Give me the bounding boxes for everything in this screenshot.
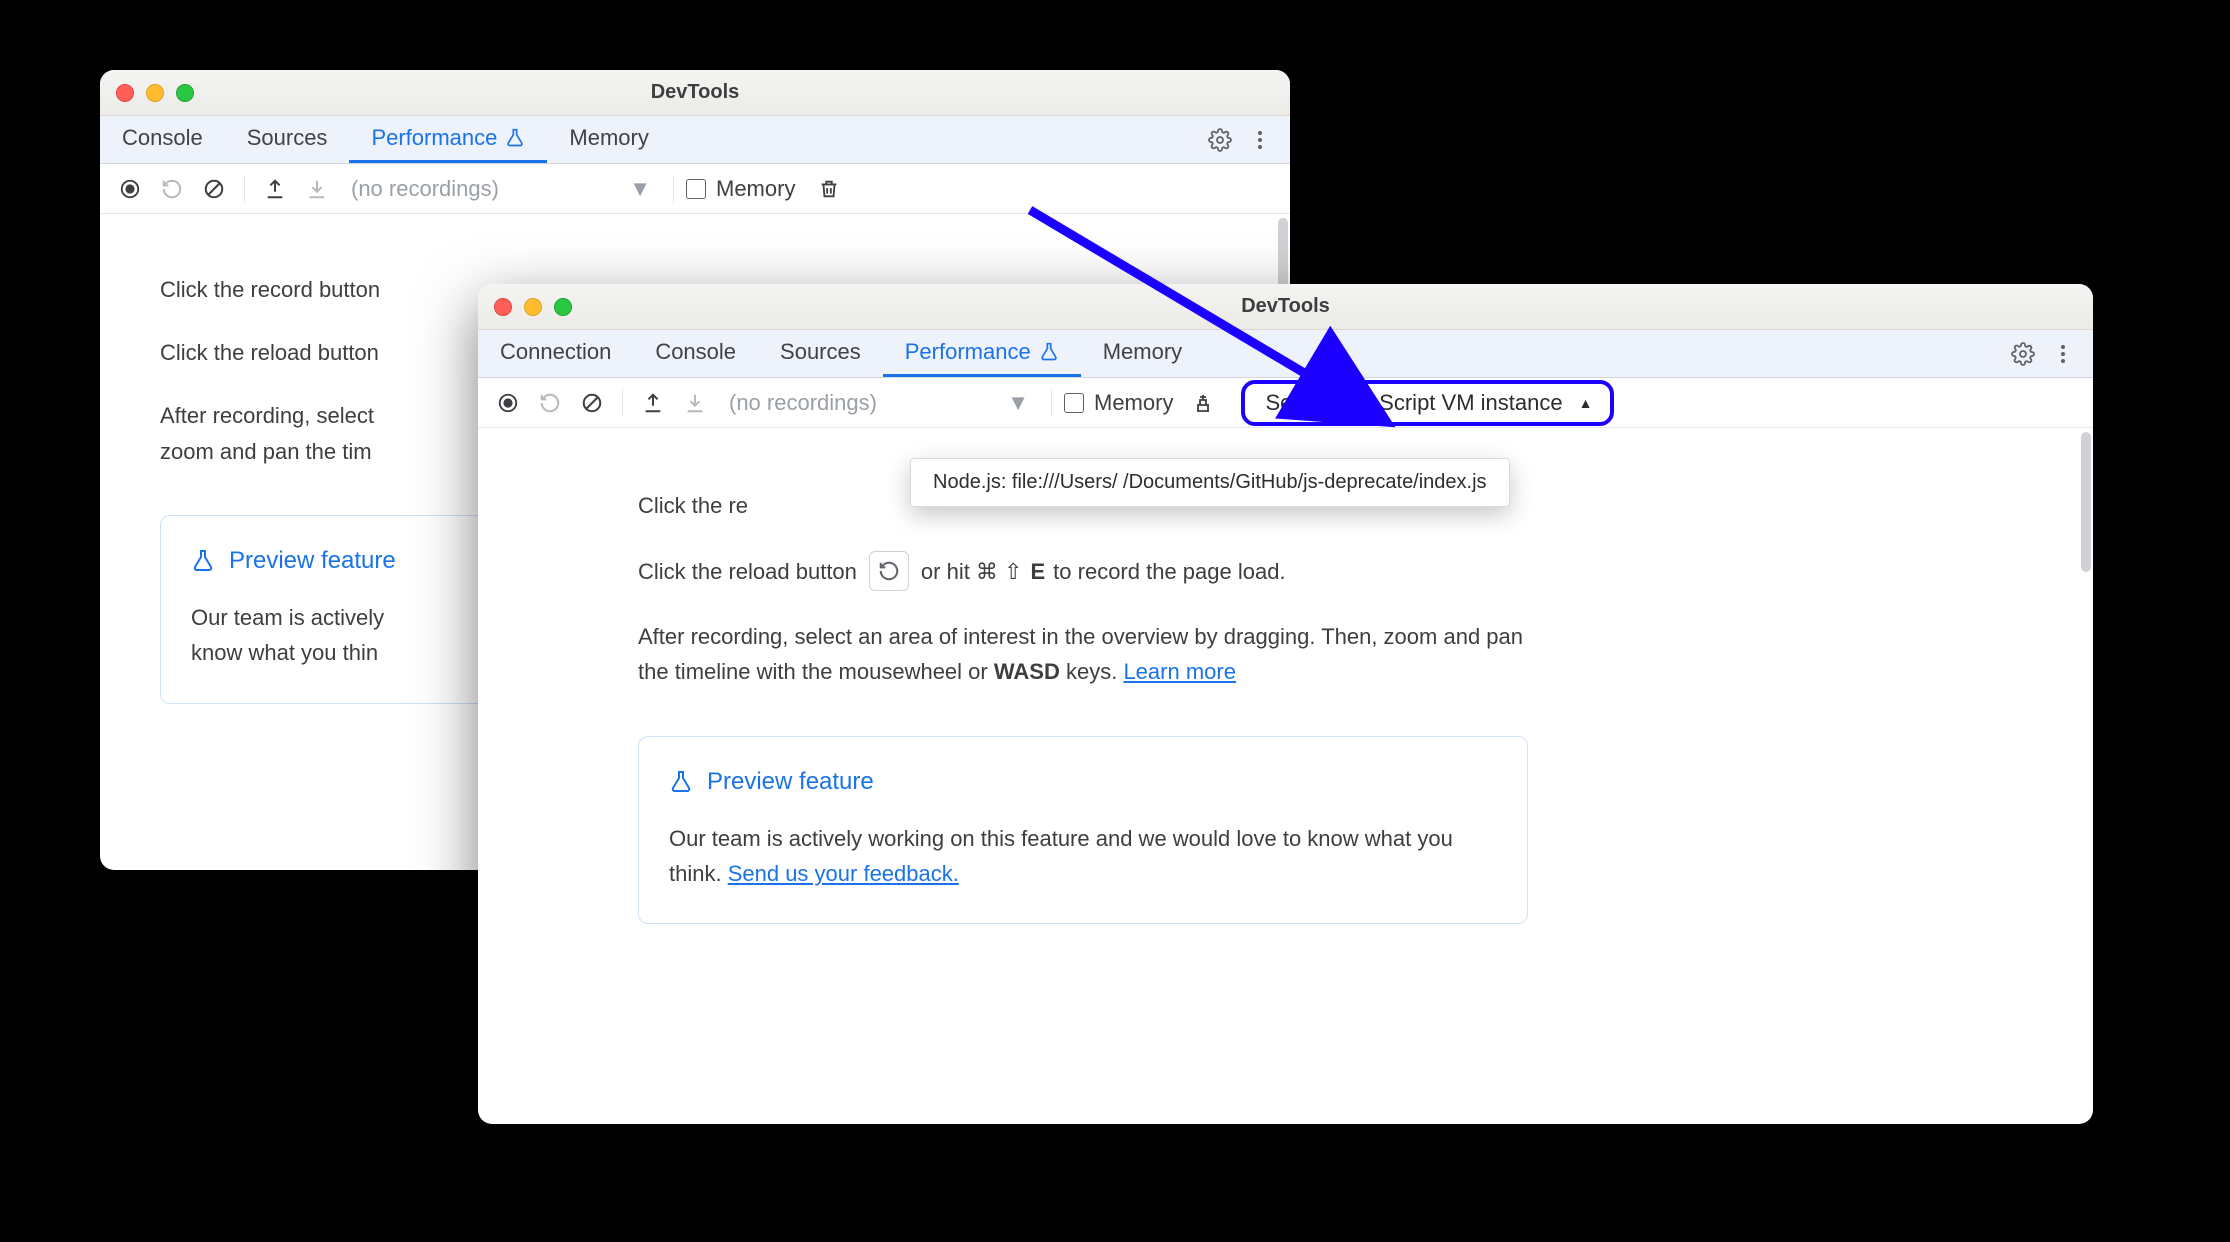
preview-title: Preview feature [229, 542, 396, 580]
maximize-window-icon[interactable] [554, 298, 572, 316]
tab-connection[interactable]: Connection [478, 330, 633, 377]
chevron-down-icon: ▼ [629, 176, 651, 202]
reload-record-button[interactable] [532, 385, 568, 421]
recordings-placeholder: (no recordings) [729, 390, 997, 416]
performance-toolbar: (no recordings) ▼ Memory Select JavaScri… [478, 378, 2093, 428]
instruction-text: to record the page load. [1053, 554, 1285, 589]
tab-memory[interactable]: Memory [547, 116, 670, 163]
titlebar[interactable]: DevTools [100, 70, 1290, 116]
tab-sources[interactable]: Sources [758, 330, 883, 377]
upload-button[interactable] [257, 171, 293, 207]
tab-bar: Connection Console Sources Performance M… [478, 330, 2093, 378]
memory-checkbox-row[interactable]: Memory [686, 176, 795, 202]
tab-sources[interactable]: Sources [225, 116, 350, 163]
maximize-window-icon[interactable] [176, 84, 194, 102]
instruction-text: Click the record button [160, 272, 380, 307]
tab-performance[interactable]: Performance [883, 330, 1081, 377]
chevron-up-icon: ▲ [1579, 395, 1593, 411]
record-button[interactable] [112, 171, 148, 207]
chevron-down-icon: ▼ [1007, 390, 1029, 416]
vm-instance-label: Select JavaScript VM instance [1265, 390, 1562, 416]
tab-console[interactable]: Console [633, 330, 758, 377]
traffic-lights [494, 298, 572, 316]
feedback-link[interactable]: Send us your feedback. [728, 861, 959, 886]
clear-button[interactable] [196, 171, 232, 207]
recordings-dropdown[interactable]: (no recordings) ▼ [341, 171, 661, 207]
tab-console[interactable]: Console [100, 116, 225, 163]
more-menu-button[interactable] [2043, 330, 2083, 377]
memory-checkbox-label: Memory [716, 176, 795, 202]
close-window-icon[interactable] [494, 298, 512, 316]
titlebar[interactable]: DevTools [478, 284, 2093, 330]
preview-title: Preview feature [707, 763, 874, 801]
preview-feature-card: Preview feature Our team is actively wor… [638, 736, 1528, 925]
scrollbar[interactable] [2081, 432, 2091, 572]
flask-icon [505, 128, 525, 148]
vm-instance-option[interactable]: Node.js: file:///Users/ /Documents/GitHu… [933, 471, 1487, 494]
delete-button[interactable] [811, 171, 847, 207]
close-window-icon[interactable] [116, 84, 134, 102]
preview-body: Our team is actively working on this fea… [669, 821, 1497, 891]
clear-button[interactable] [574, 385, 610, 421]
memory-checkbox-label: Memory [1094, 390, 1173, 416]
instruction-text: keys. [1060, 659, 1124, 684]
minimize-window-icon[interactable] [524, 298, 542, 316]
window-title: DevTools [478, 295, 2093, 318]
instruction-text: zoom and pan the tim [160, 439, 372, 464]
body-area: Node.js: file:///Users/ /Documents/GitHu… [478, 428, 2093, 1124]
settings-button[interactable] [2003, 330, 2043, 377]
instruction-text: After recording, select [160, 403, 374, 428]
tab-memory[interactable]: Memory [1081, 330, 1204, 377]
memory-checkbox-row[interactable]: Memory [1064, 390, 1173, 416]
flask-icon [191, 549, 215, 573]
recordings-dropdown[interactable]: (no recordings) ▼ [719, 385, 1039, 421]
tab-performance[interactable]: Performance [349, 116, 547, 163]
tab-bar: Console Sources Performance Memory [100, 116, 1290, 164]
instruction-text: Click the reload button [160, 335, 379, 370]
reload-record-button[interactable] [154, 171, 190, 207]
record-button[interactable] [490, 385, 526, 421]
collect-garbage-button[interactable] [1185, 385, 1221, 421]
vm-instance-select[interactable]: Select JavaScript VM instance ▲ [1241, 380, 1614, 426]
traffic-lights [116, 84, 194, 102]
recordings-placeholder: (no recordings) [351, 176, 619, 202]
memory-checkbox[interactable] [1064, 393, 1084, 413]
key-indicator: E [1030, 554, 1045, 589]
instruction-text: Click the re [638, 488, 748, 523]
performance-toolbar: (no recordings) ▼ Memory [100, 164, 1290, 214]
more-menu-button[interactable] [1240, 116, 1280, 163]
devtools-window-front: DevTools Connection Console Sources Perf… [478, 284, 2093, 1124]
memory-checkbox[interactable] [686, 179, 706, 199]
wasd-text: WASD [994, 659, 1060, 684]
download-button[interactable] [677, 385, 713, 421]
settings-button[interactable] [1200, 116, 1240, 163]
download-button[interactable] [299, 171, 335, 207]
vm-instance-menu: Node.js: file:///Users/ /Documents/GitHu… [910, 458, 1510, 507]
window-title: DevTools [100, 81, 1290, 104]
flask-icon [669, 770, 693, 794]
reload-icon [869, 551, 909, 591]
instruction-text: Click the reload button [638, 554, 857, 589]
flask-icon [1039, 342, 1059, 362]
upload-button[interactable] [635, 385, 671, 421]
instruction-text: or hit ⌘ ⇧ [921, 554, 1023, 589]
minimize-window-icon[interactable] [146, 84, 164, 102]
learn-more-link[interactable]: Learn more [1123, 659, 1236, 684]
